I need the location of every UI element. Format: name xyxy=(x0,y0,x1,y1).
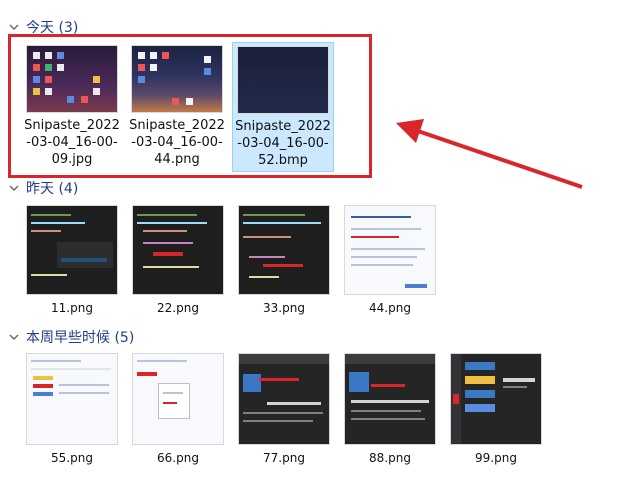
group-header-earlier-this-week[interactable]: 本周早些时候 (5) xyxy=(8,328,134,346)
thumbnail xyxy=(238,47,328,113)
file-name: 77.png xyxy=(263,451,305,465)
group-divider xyxy=(90,179,635,197)
file-item[interactable]: Snipaste_2022-03-04_16-00-44.png xyxy=(127,42,227,168)
file-item[interactable]: Snipaste_2022-03-04_16-00-09.jpg xyxy=(22,42,122,168)
thumbnail xyxy=(345,206,435,294)
file-name: 99.png xyxy=(475,451,517,465)
file-name: Snipaste_2022-03-04_16-00-44.png xyxy=(129,118,225,167)
thumbnail xyxy=(27,206,117,294)
file-name: Snipaste_2022-03-04_16-00-52.bmp xyxy=(235,119,331,168)
file-item[interactable]: 55.png xyxy=(22,350,122,467)
chevron-down-icon[interactable] xyxy=(8,331,20,343)
thumbnail xyxy=(27,354,117,444)
file-item[interactable]: 33.png xyxy=(234,202,334,317)
group-divider xyxy=(148,328,635,346)
group-header-yesterday[interactable]: 昨天 (4) xyxy=(8,179,78,197)
file-item-selected[interactable]: Snipaste_2022-03-04_16-00-52.bmp xyxy=(232,42,334,172)
thumbnail xyxy=(133,354,223,444)
group-title: 昨天 (4) xyxy=(26,181,79,197)
file-name: Snipaste_2022-03-04_16-00-09.jpg xyxy=(24,118,120,167)
thumbnail xyxy=(133,206,223,294)
file-item[interactable]: 44.png xyxy=(340,202,440,317)
thumbnail xyxy=(239,206,329,294)
file-name: 66.png xyxy=(157,451,199,465)
file-item[interactable]: 11.png xyxy=(22,202,122,317)
file-item[interactable]: 77.png xyxy=(234,350,334,467)
file-item[interactable]: 66.png xyxy=(128,350,228,467)
file-name: 44.png xyxy=(369,301,411,315)
thumbnail xyxy=(132,46,222,112)
file-item[interactable]: 22.png xyxy=(128,202,228,317)
file-name: 11.png xyxy=(51,301,93,315)
thumbnail xyxy=(27,46,117,112)
thumbnail xyxy=(239,354,329,444)
chevron-down-icon[interactable] xyxy=(8,182,20,194)
chevron-down-icon[interactable] xyxy=(8,21,20,33)
file-item[interactable]: 99.png xyxy=(446,350,546,467)
file-name: 55.png xyxy=(51,451,93,465)
thumbnail xyxy=(345,354,435,444)
file-name: 22.png xyxy=(157,301,199,315)
file-name: 88.png xyxy=(369,451,411,465)
file-name: 33.png xyxy=(263,301,305,315)
group-title: 本周早些时候 (5) xyxy=(26,330,135,346)
thumbnail xyxy=(451,354,541,444)
file-item[interactable]: 88.png xyxy=(340,350,440,467)
